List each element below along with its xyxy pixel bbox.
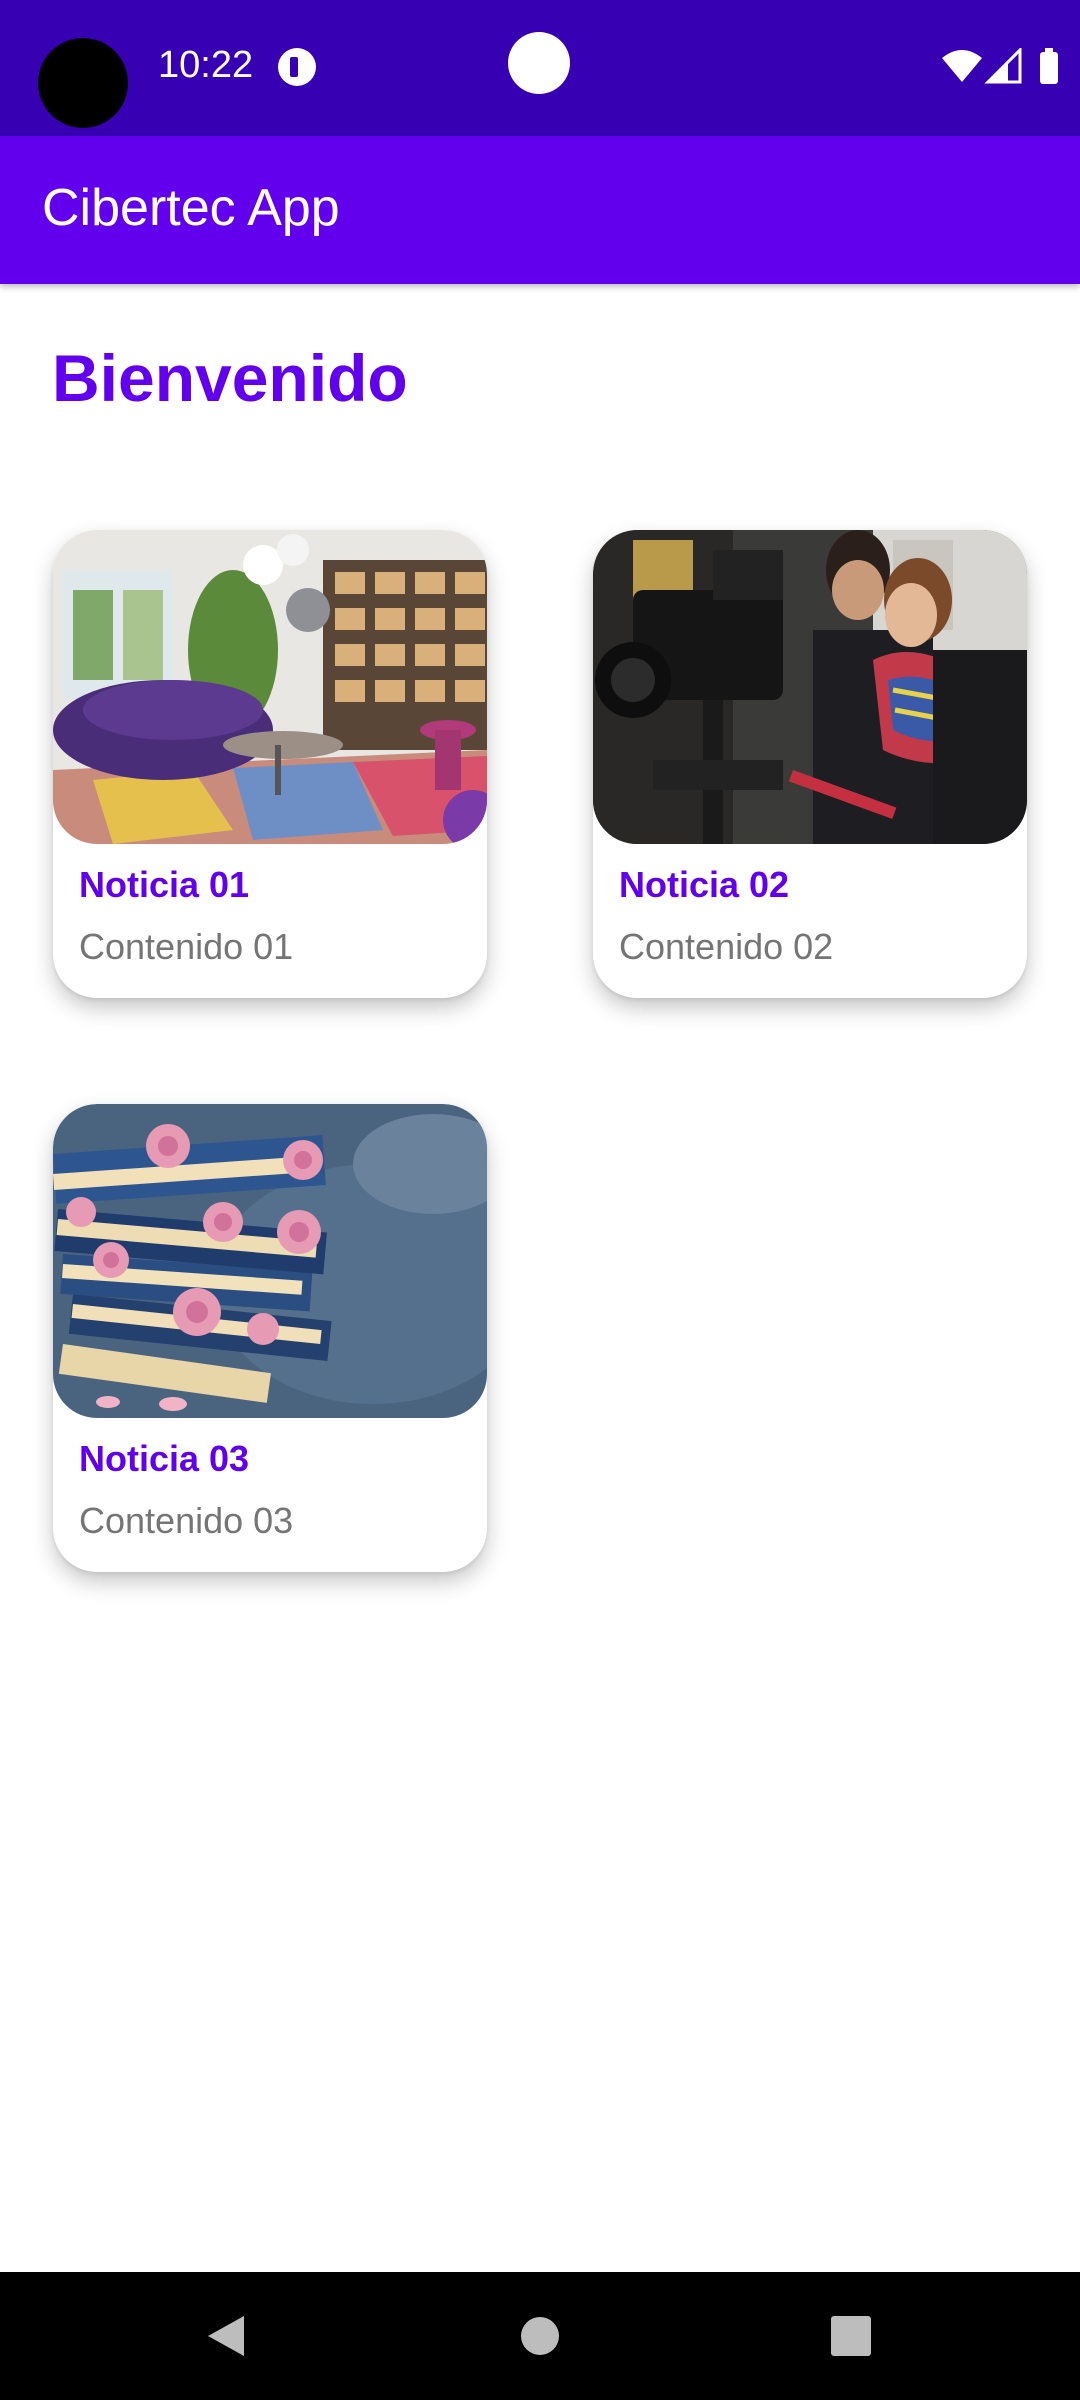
app-bar: Cibertec App (0, 136, 1080, 284)
battery-icon (1040, 48, 1058, 84)
navigation-bar (0, 2272, 1080, 2400)
card-title: Noticia 01 (79, 864, 250, 905)
home-icon[interactable] (520, 2316, 560, 2356)
card-content: Contenido 02 (619, 926, 834, 967)
card-content: Contenido 03 (79, 1500, 294, 1541)
card-title: Noticia 03 (79, 1438, 250, 1479)
signal-icon (984, 48, 1022, 84)
page-heading: Bienvenido (52, 341, 408, 415)
wifi-icon (942, 50, 982, 82)
dnd-icon (278, 48, 316, 86)
living-room-photo (53, 530, 487, 844)
card-title: Noticia 02 (619, 864, 790, 905)
film-camera-crew-photo (593, 530, 1027, 844)
status-dot (508, 32, 570, 94)
app-title: Cibertec App (42, 179, 340, 237)
camera-cutout (38, 38, 128, 128)
card-content: Contenido 01 (79, 926, 294, 967)
recents-icon[interactable] (830, 2315, 872, 2357)
back-icon[interactable] (204, 2312, 248, 2360)
status-time: 10:22 (158, 44, 254, 86)
news-card-2[interactable]: Noticia 02 Contenido 02 (593, 530, 1027, 998)
status-icons (942, 48, 1060, 88)
news-card-3[interactable]: Noticia 03 Contenido 03 (53, 1104, 487, 1572)
books-and-roses-photo (53, 1104, 487, 1418)
status-bar: 10:22 (0, 0, 1080, 136)
news-card-1[interactable]: Noticia 01 Contenido 01 (53, 530, 487, 998)
